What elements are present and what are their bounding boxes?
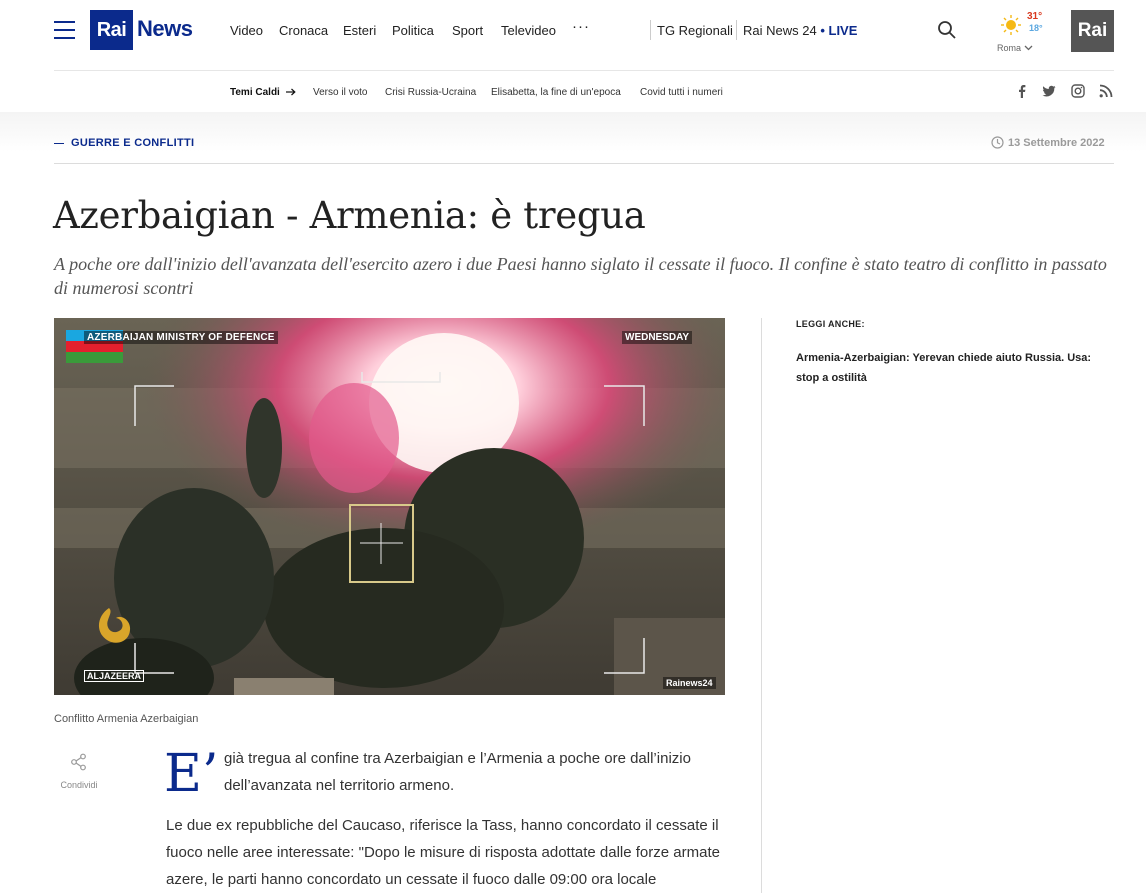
chevron-down-icon xyxy=(1024,45,1033,51)
tg-regionali-link[interactable]: TG Regionali xyxy=(657,23,733,38)
article-paragraph: Le due ex repubbliche del Caucaso, rifer… xyxy=(166,817,720,888)
share-button[interactable]: Condividi xyxy=(58,753,100,790)
article-title: Azerbaigian - Armenia: è tregua xyxy=(53,194,646,237)
divider xyxy=(650,20,651,40)
video-still xyxy=(54,318,725,695)
read-also-heading: LEGGI ANCHE: xyxy=(796,319,865,329)
rai-logo[interactable]: Rai xyxy=(90,10,133,50)
menu-icon[interactable] xyxy=(54,21,75,39)
article-paragraph: già tregua al confine tra Azerbaigian e … xyxy=(224,750,691,794)
date-text: 13 Settembre 2022 xyxy=(1008,137,1105,149)
facebook-icon[interactable] xyxy=(1015,84,1029,98)
article-subtitle: A poche ore dall'inizio dell'avanzata de… xyxy=(54,254,1107,298)
sun-icon xyxy=(1001,15,1021,35)
image-caption: Conflitto Armenia Azerbaigian xyxy=(54,713,199,725)
rss-icon[interactable] xyxy=(1099,84,1113,98)
twitter-icon[interactable] xyxy=(1042,84,1056,98)
temp-min: 18° xyxy=(1029,23,1043,33)
nav-video[interactable]: Video xyxy=(230,23,263,38)
hot-topic-item[interactable]: Verso il voto xyxy=(313,87,367,98)
temp-max: 31° xyxy=(1027,11,1043,22)
divider xyxy=(54,163,1114,164)
instagram-icon[interactable] xyxy=(1071,84,1085,98)
weather-city: Roma xyxy=(997,43,1022,53)
article-image[interactable]: AZERBAIJAN MINISTRY OF DEFENCE WEDNESDAY… xyxy=(54,318,725,695)
hot-topic-item[interactable]: Crisi Russia-Ucraina xyxy=(385,87,476,98)
video-source-overlay: AZERBAIJAN MINISTRY OF DEFENCE xyxy=(84,331,278,344)
publish-date: 13 Settembre 2022 xyxy=(991,136,1105,149)
related-article-link[interactable]: Armenia-Azerbaigian: Yerevan chiede aiut… xyxy=(796,348,1106,388)
column-divider xyxy=(761,318,762,893)
clock-icon xyxy=(991,136,1004,149)
share-icon xyxy=(71,753,86,771)
drop-cap: E’ xyxy=(164,744,219,804)
rai-corner-logo[interactable]: Rai xyxy=(1071,10,1114,52)
section-breadcrumb[interactable]: GUERRE E CONFLITTI xyxy=(54,137,194,149)
live-label: LIVE xyxy=(828,23,858,38)
share-label: Condividi xyxy=(60,780,98,790)
nav-esteri[interactable]: Esteri xyxy=(343,23,376,38)
header-divider xyxy=(54,70,1114,71)
rainews24-label: Rai News 24 xyxy=(743,23,817,38)
nav-sport[interactable]: Sport xyxy=(452,23,483,38)
section-label: GUERRE E CONFLITTI xyxy=(71,137,195,149)
hot-topic-item[interactable]: Covid tutti i numeri xyxy=(640,87,723,98)
temi-caldi-label[interactable]: Temi Caldi xyxy=(230,87,280,98)
aljazeera-logo: ALJAZEERA xyxy=(84,670,145,682)
rainews24-watermark: Rainews24 xyxy=(663,677,716,689)
hot-topic-item[interactable]: Elisabetta, la fine di un'epoca xyxy=(491,87,621,98)
weather-widget[interactable]: 31° 18° Roma xyxy=(997,10,1054,55)
divider xyxy=(736,20,737,40)
news-logo-text[interactable]: News xyxy=(137,16,193,42)
more-menu-icon[interactable]: ··· xyxy=(572,18,590,35)
nav-politica[interactable]: Politica xyxy=(392,23,434,38)
arrow-right-icon xyxy=(286,88,296,96)
nav-cronaca[interactable]: Cronaca xyxy=(279,23,328,38)
search-icon[interactable] xyxy=(937,20,957,40)
nav-televideo[interactable]: Televideo xyxy=(501,23,556,38)
rainews24-live-link[interactable]: Rai News 24 • LIVE xyxy=(743,23,857,38)
video-day-overlay: WEDNESDAY xyxy=(622,331,693,344)
dash-decoration xyxy=(54,142,64,144)
